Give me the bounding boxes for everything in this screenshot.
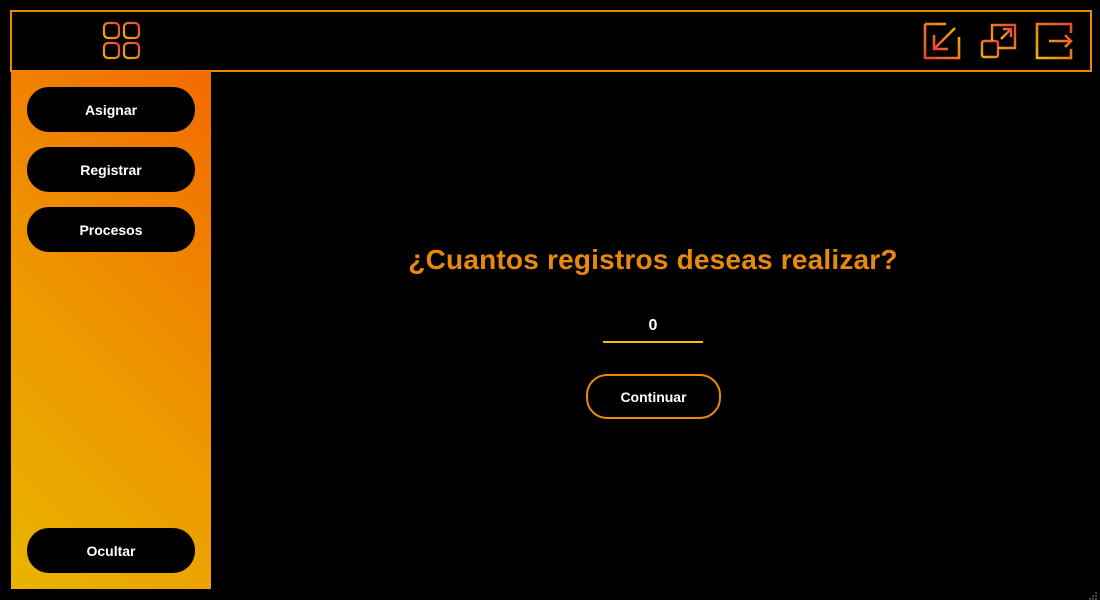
- page-title: ¿Cuantos registros deseas realizar?: [408, 244, 898, 275]
- hide-sidebar-button[interactable]: Ocultar: [27, 528, 195, 573]
- hide-sidebar-label: Ocultar: [86, 542, 136, 559]
- sidebar: Asignar Registrar Procesos Ocultar: [11, 71, 211, 589]
- restore-window-icon[interactable]: [979, 21, 1019, 61]
- apps-grid-icon[interactable]: [102, 21, 142, 61]
- continue-button[interactable]: Continuar: [586, 374, 721, 419]
- sidebar-item-procesos[interactable]: Procesos: [27, 207, 195, 252]
- registros-count-input[interactable]: [603, 311, 703, 343]
- minimize-icon[interactable]: [922, 21, 962, 61]
- sidebar-item-label: Registrar: [80, 161, 142, 178]
- sidebar-item-label: Procesos: [79, 221, 143, 238]
- sidebar-item-label: Asignar: [84, 101, 138, 118]
- sidebar-item-registrar[interactable]: Registrar: [27, 147, 195, 192]
- top-bar: [10, 10, 1092, 72]
- app-window: Asignar Registrar Procesos Ocultar ¿Cuan…: [0, 0, 1100, 600]
- sidebar-item-asignar[interactable]: Asignar: [27, 87, 195, 132]
- resize-grip-icon[interactable]: [1088, 588, 1098, 600]
- main-content: ¿Cuantos registros deseas realizar? Cont…: [211, 71, 1100, 600]
- logout-icon[interactable]: [1034, 21, 1074, 61]
- continue-button-label: Continuar: [620, 388, 687, 405]
